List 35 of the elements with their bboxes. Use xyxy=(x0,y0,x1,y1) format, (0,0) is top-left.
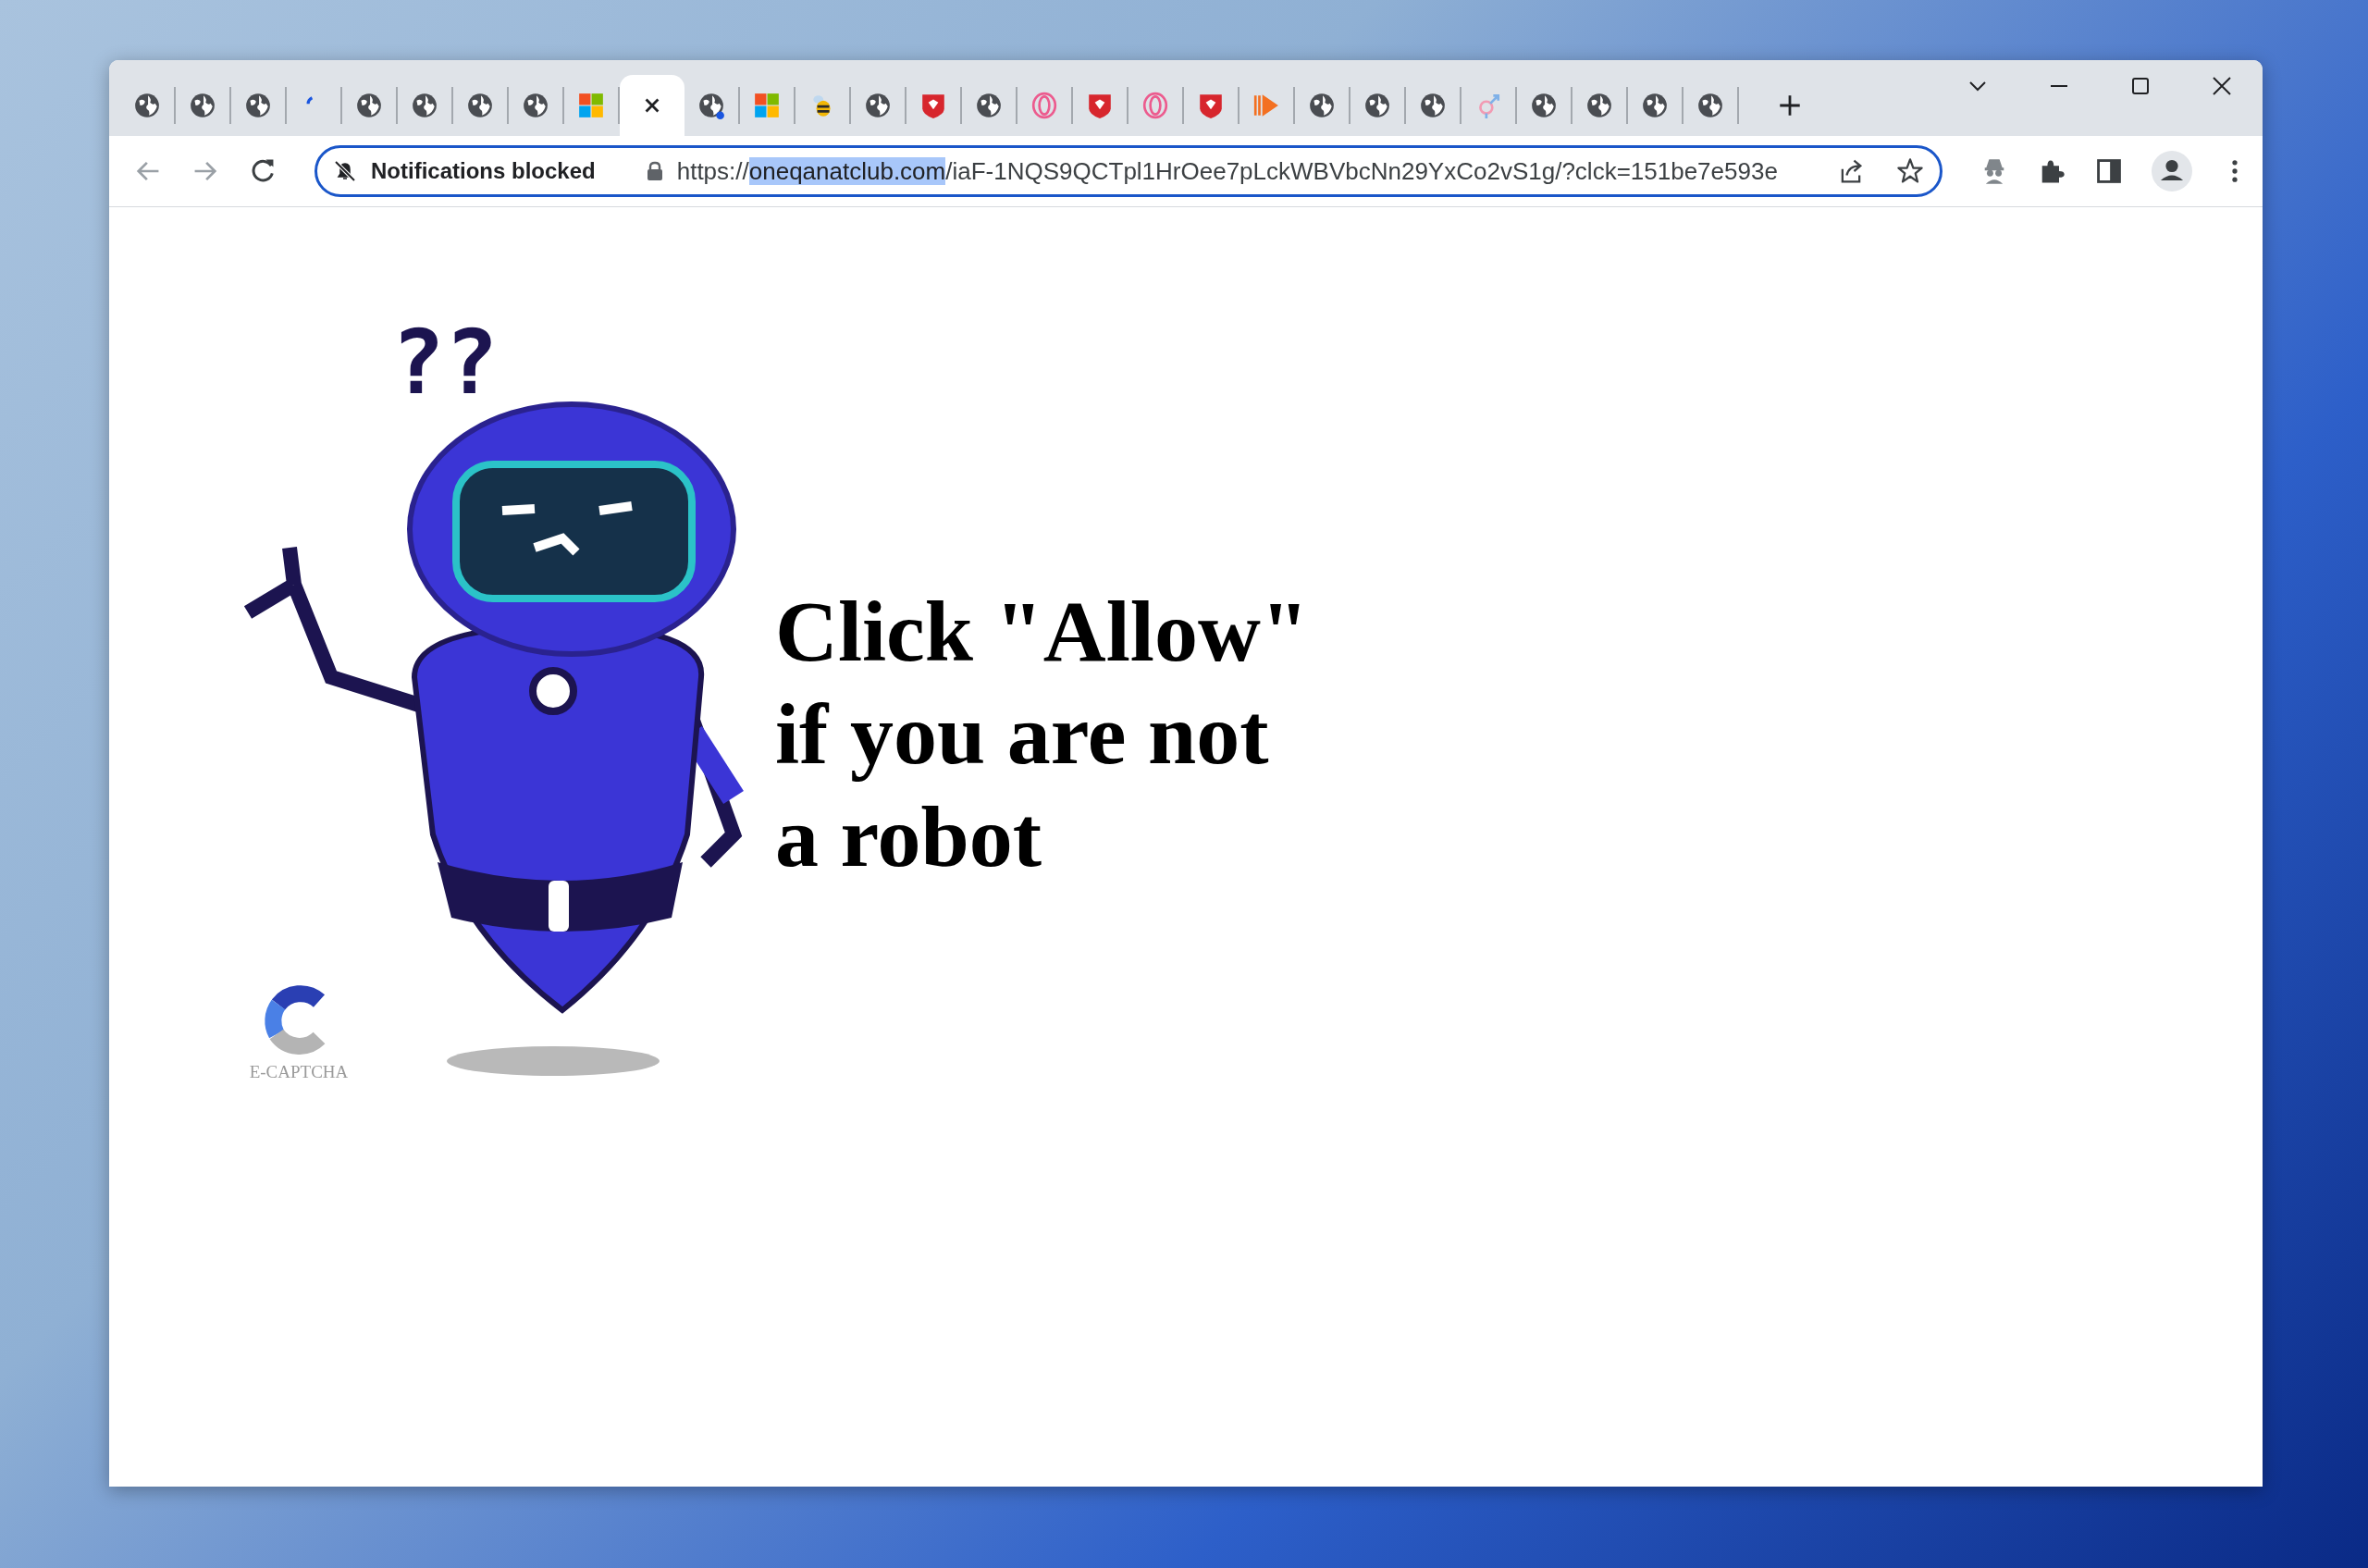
side-panel-icon[interactable] xyxy=(2094,156,2124,186)
globe-icon xyxy=(355,92,383,119)
globe-icon xyxy=(133,92,161,119)
globe-icon xyxy=(466,92,494,119)
shield-icon xyxy=(1197,92,1225,119)
globe-icon xyxy=(189,92,216,119)
shield-icon xyxy=(919,92,947,119)
globe-icon xyxy=(244,92,272,119)
profile-avatar-icon[interactable] xyxy=(2152,151,2192,191)
address-bar[interactable]: Notifications blocked https://oneqanatclub.com/iaF-1NQS9QCTpl1HrOee7pLckWBVbcNn29YxCo2vS1g/?clck=151be7e593e xyxy=(314,145,1942,197)
globe-icon xyxy=(411,92,438,119)
ring-icon xyxy=(1141,92,1169,119)
bell-slash-icon[interactable] xyxy=(332,158,358,184)
headline: Click "Allow" if you are not a robot xyxy=(775,582,1309,886)
notification-status[interactable]: Notifications blocked xyxy=(371,158,596,184)
four-squares-icon xyxy=(577,92,605,119)
four-squares-icon xyxy=(753,92,781,119)
logo-caption: E-CAPTCHA xyxy=(249,1062,349,1082)
lock-icon[interactable] xyxy=(645,160,664,182)
globe-icon xyxy=(522,92,549,119)
globe-icon xyxy=(1585,92,1613,119)
globe-icon xyxy=(1696,92,1724,119)
globe-icon xyxy=(864,92,892,119)
globe-icon xyxy=(1530,92,1558,119)
globe-icon xyxy=(1308,92,1336,119)
ring-icon xyxy=(1030,92,1058,119)
globe-icon xyxy=(1363,92,1391,119)
question-marks: ?? xyxy=(391,316,500,409)
globe-icon xyxy=(1641,92,1669,119)
globe-icon xyxy=(1419,92,1447,119)
shield-icon xyxy=(1086,92,1114,119)
globe-icon xyxy=(975,92,1003,119)
loading-spinner-icon xyxy=(306,96,314,105)
globe-icon xyxy=(697,92,725,119)
url-text[interactable]: https://oneqanatclub.com/iaF-1NQS9QCTpl1HrOee7pLckWBVbcNn29YxCo2vS1g/?clck=151be7e593e xyxy=(676,156,1807,186)
